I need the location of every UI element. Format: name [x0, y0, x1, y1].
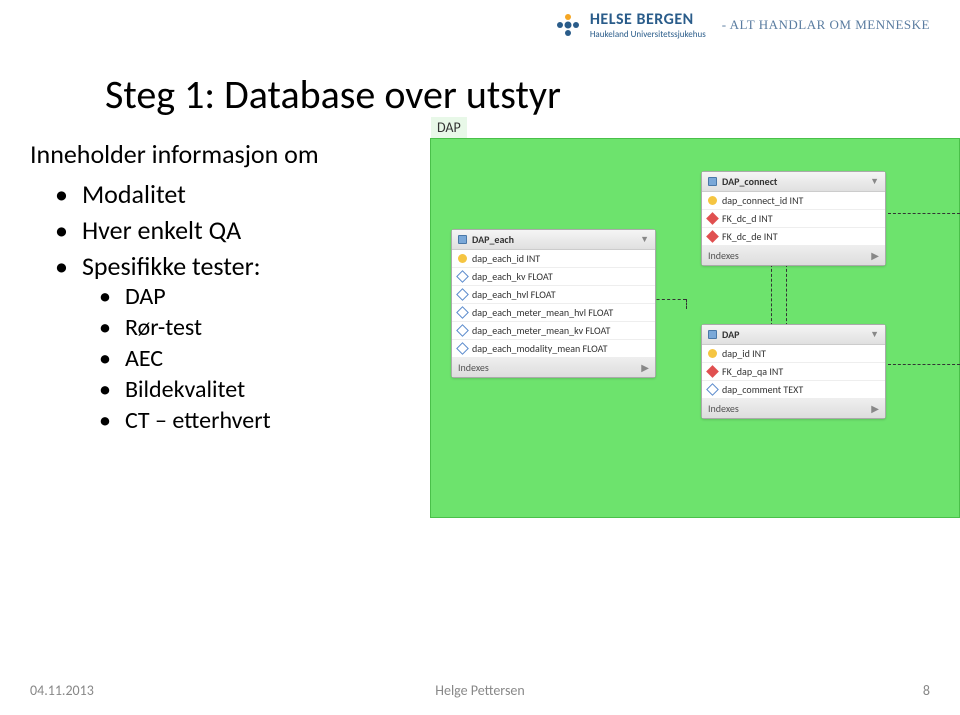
db-diagram: DAP DAP_connect ▼ dap_connect_id INT FK_…: [430, 138, 960, 518]
column-icon: [456, 324, 469, 337]
logo-tagline: - ALT HANDLAR OM MENNESKE: [722, 17, 930, 33]
table-icon: [708, 177, 717, 186]
db-table-name: DAP: [722, 328, 739, 341]
db-table-dap-each: DAP_each ▼ dap_each_id INT dap_each_kv F…: [451, 229, 656, 378]
key-icon: [708, 349, 717, 358]
connector-line: [888, 364, 960, 365]
indexes-row: Indexes▶: [452, 358, 655, 377]
table-row: dap_each_hvl FLOAT: [452, 286, 655, 304]
indexes-row: Indexes▶: [702, 246, 885, 265]
list-item: AEC: [99, 344, 271, 373]
table-row: dap_id INT: [702, 345, 885, 363]
arrow-right-icon: ▶: [871, 249, 879, 262]
lead-text: Inneholder informasjon om: [30, 138, 319, 170]
footer-author: Helge Pettersen: [435, 682, 524, 699]
arrow-right-icon: ▶: [641, 361, 649, 374]
bullet-list: Modalitet Hver enkelt QA Spesifikke test…: [55, 178, 271, 439]
db-table-dap: DAP ▼ dap_id INT FK_dap_qa INT dap_comme…: [701, 324, 886, 419]
table-row: dap_connect_id INT: [702, 192, 885, 210]
db-table-header: DAP ▼: [702, 325, 885, 345]
logo-sub-text: Haukeland Universitetssjukehus: [590, 29, 706, 40]
sub-list: DAP Rør-test AEC Bildekvalitet CT – ette…: [99, 282, 271, 435]
logo-dots-icon: [554, 11, 582, 39]
list-item: Spesifikke tester: DAP Rør-test AEC Bild…: [55, 250, 271, 435]
slide-title: Steg 1: Database over utstyr: [105, 70, 561, 119]
table-icon: [458, 235, 467, 244]
table-icon: [708, 330, 717, 339]
table-row: FK_dc_d INT: [702, 210, 885, 228]
chevron-down-icon: ▼: [640, 234, 649, 245]
table-row: dap_each_modality_mean FLOAT: [452, 340, 655, 358]
fk-icon: [706, 365, 719, 378]
table-row: dap_each_meter_mean_hvl FLOAT: [452, 304, 655, 322]
column-icon: [456, 288, 469, 301]
list-item: CT – etterhvert: [99, 406, 271, 435]
list-item: DAP: [99, 282, 271, 311]
table-row: dap_comment TEXT: [702, 381, 885, 399]
table-row: FK_dc_de INT: [702, 228, 885, 246]
column-icon: [456, 270, 469, 283]
list-item: Bildekvalitet: [99, 375, 271, 404]
table-row: FK_dap_qa INT: [702, 363, 885, 381]
db-table-name: DAP_each: [472, 233, 514, 246]
list-item: Hver enkelt QA: [55, 214, 271, 246]
column-icon: [706, 383, 719, 396]
chevron-down-icon: ▼: [870, 176, 879, 187]
table-row: dap_each_id INT: [452, 250, 655, 268]
footer-date: 04.11.2013: [30, 682, 94, 699]
db-table-header: DAP_connect ▼: [702, 172, 885, 192]
connector-line: [888, 213, 960, 214]
arrow-right-icon: ▶: [871, 402, 879, 415]
db-table-dap-connect: DAP_connect ▼ dap_connect_id INT FK_dc_d…: [701, 171, 886, 266]
key-icon: [458, 254, 467, 263]
table-row: dap_each_meter_mean_kv FLOAT: [452, 322, 655, 340]
db-table-header: DAP_each ▼: [452, 230, 655, 250]
connector-line: [771, 264, 772, 326]
connector-line: [786, 264, 787, 326]
column-icon: [456, 342, 469, 355]
fk-icon: [706, 212, 719, 225]
footer-page: 8: [923, 682, 930, 699]
diagram-tab: DAP: [431, 117, 467, 138]
connector-line: [686, 299, 687, 309]
db-table-name: DAP_connect: [722, 175, 777, 188]
column-icon: [456, 306, 469, 319]
list-item: Rør-test: [99, 313, 271, 342]
indexes-row: Indexes▶: [702, 399, 885, 418]
table-row: dap_each_kv FLOAT: [452, 268, 655, 286]
chevron-down-icon: ▼: [870, 329, 879, 340]
org-logo: HELSE BERGEN Haukeland Universitetssjuke…: [554, 10, 930, 40]
key-icon: [708, 196, 717, 205]
fk-icon: [706, 230, 719, 243]
list-item: Modalitet: [55, 178, 271, 210]
logo-main-text: HELSE BERGEN: [590, 10, 706, 29]
